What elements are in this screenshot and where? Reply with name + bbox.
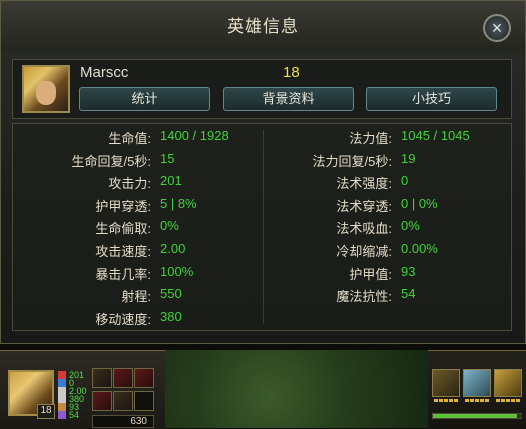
right-stat-row: 护甲值: 93 [13,264,513,282]
experience-fill [433,414,517,418]
title-bar[interactable]: 英雄信息 × [1,1,525,51]
item-slot-4[interactable] [92,391,112,411]
hero-info-window: 英雄信息 × Marscc 18 统计 背景资料 小技巧 生命值: 1400 / … [0,0,526,344]
right-stat-row: 魔法抗性: 54 [13,286,513,304]
stat-value: 0.00% [401,241,438,256]
hud-stat-row: 54 [58,410,79,420]
stat-value: 0 | 0% [401,195,438,211]
hud-stat-value: 54 [69,410,80,420]
stats-panel: 生命值: 1400 / 1928 生命回复/5秒: 15 攻击力: 201 护甲穿透: 5 |… [12,123,512,331]
magic-shield-icon [58,411,66,419]
close-button[interactable]: × [483,14,511,42]
stat-value: 54 [401,286,416,302]
item-slot-5[interactable] [113,391,133,411]
right-stat-row: 法术强度: 0 [13,173,513,191]
stat-label: 魔法抗性: [336,289,392,305]
stat-label: 护甲值: [349,266,392,282]
bottom-hud: 18 201 0 2.00 380 93 54 630 [0,350,526,429]
background-info-button[interactable]: 背景资料 [223,87,354,111]
item-slot-6[interactable] [134,391,154,411]
stats-button[interactable]: 统计 [79,87,210,111]
stat-label: 法术穿透: [336,198,392,214]
skill-slot-2[interactable] [463,369,491,397]
stat-label: 法术吸血: [336,221,392,237]
champion-header: Marscc 18 统计 背景资料 小技巧 [12,59,512,119]
close-icon: × [491,18,503,38]
stat-label: 法力回复/5秒: [312,153,392,169]
stat-value: 380 [160,308,182,324]
champion-name: Marscc [80,64,129,81]
hud-level-badge: 18 [37,404,55,419]
item-slot-1[interactable] [92,368,112,388]
skill-3-rank-pips [496,399,521,403]
skill-slot-3[interactable] [494,369,522,397]
stat-value: 0% [401,218,420,234]
right-stat-row: 冷却缩减: 0.00% [13,241,513,259]
skill-slot-1[interactable] [432,369,460,397]
right-stat-row: 法力值: 1045 / 1045 [13,128,513,146]
stat-label: 冷却缩减: [336,244,392,259]
tips-button[interactable]: 小技巧 [366,87,497,111]
champion-avatar [22,65,70,113]
stat-value: 93 [401,263,416,279]
stat-value: 0 [401,173,409,189]
stat-label: 法力值: [349,131,392,146]
stat-value: 1045 / 1045 [401,128,470,143]
gold-counter: 630 [92,415,154,428]
skill-2-rank-pips [465,399,490,403]
left-stat-row: 移动速度: 380 [13,309,513,327]
item-slot-3[interactable] [134,368,154,388]
right-stat-row: 法术穿透: 0 | 0% [13,196,513,214]
experience-bar [432,413,522,419]
champion-level: 18 [283,64,300,81]
right-stat-row: 法力回复/5秒: 19 [13,151,513,169]
hud-skills-panel [428,350,526,429]
right-stat-row: 法术吸血: 0% [13,218,513,236]
hud-champion-panel: 18 201 0 2.00 380 93 54 630 [0,350,165,429]
stat-label: 法术强度: [336,176,392,192]
gold-value: 630 [130,416,147,427]
window-title: 英雄信息 [227,17,299,36]
stat-label: 移动速度: [95,311,151,327]
item-slot-2[interactable] [113,368,133,388]
stat-value: 19 [401,150,416,166]
skill-1-rank-pips [434,399,459,403]
game-view[interactable] [165,350,428,428]
